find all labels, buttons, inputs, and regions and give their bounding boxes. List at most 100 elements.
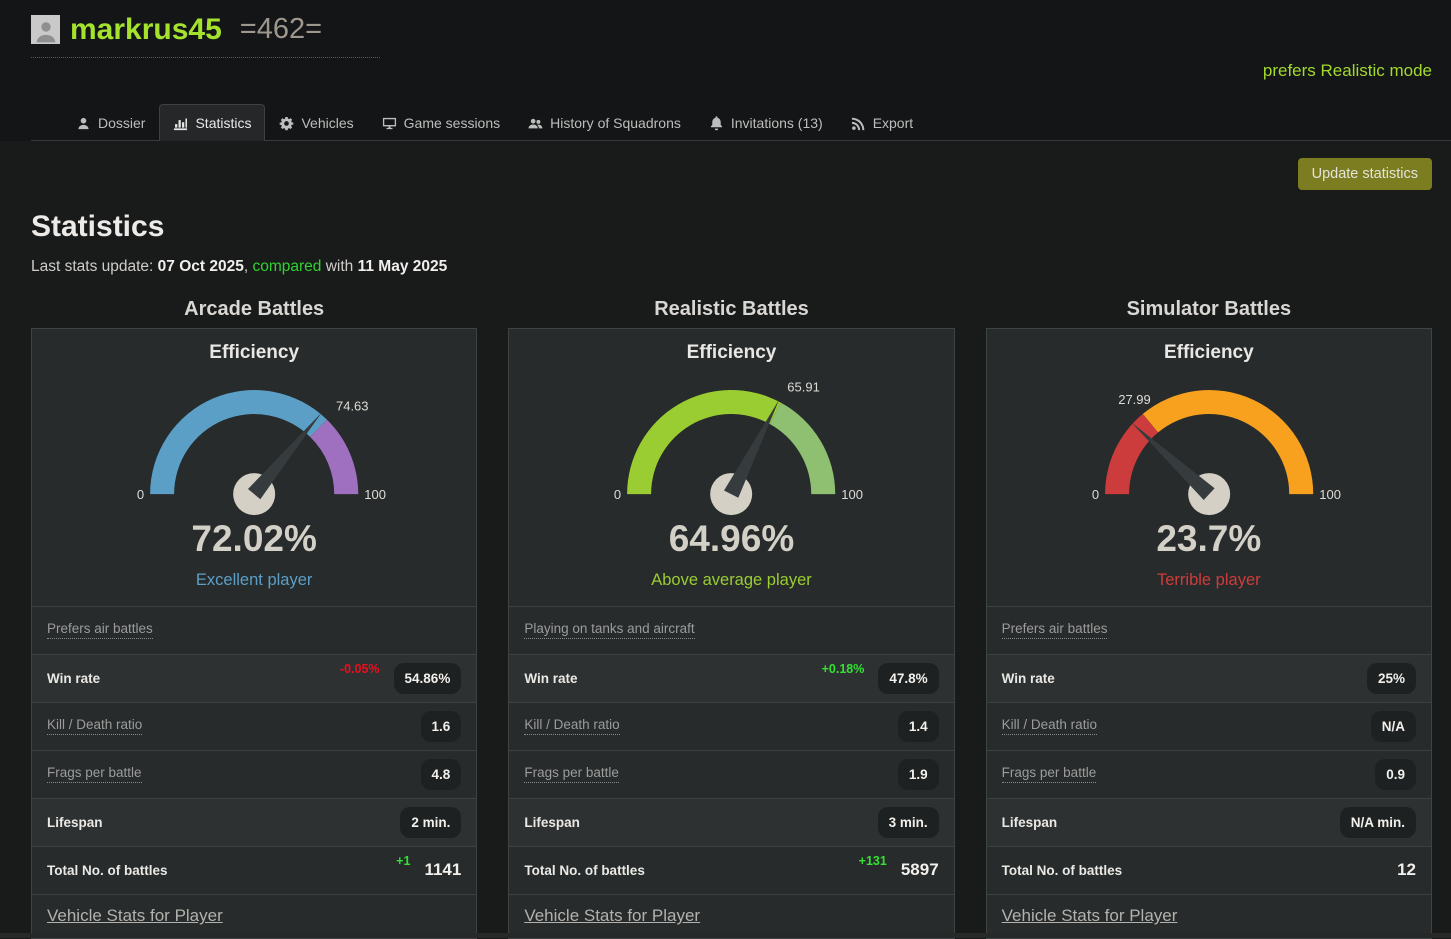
stat-row-win-rate: Win rate -0.05% 54.86% <box>32 654 476 702</box>
bell-icon <box>709 116 724 131</box>
gauge-needle <box>248 412 322 499</box>
gauge-min-label: 0 <box>137 487 144 502</box>
stat-value-badge: 4.8 <box>421 759 462 790</box>
update-statistics-button[interactable]: Update statistics <box>1298 158 1432 190</box>
clan-tag[interactable]: =462= <box>240 14 322 46</box>
stat-label-link[interactable]: Frags per battle <box>1002 765 1097 783</box>
panel-box: Efficiency 010065.91 64.96% Above averag… <box>508 328 954 939</box>
stat-label-link[interactable]: Kill / Death ratio <box>524 717 619 735</box>
avatar <box>31 15 60 44</box>
vehicle-stats-row: Vehicle Stats for Player <box>987 894 1431 938</box>
stat-label-link[interactable]: Kill / Death ratio <box>47 717 142 735</box>
preference-link[interactable]: Prefers air battles <box>1002 621 1108 639</box>
stat-value-wrap: 2 min. <box>400 807 461 838</box>
player-rating: Terrible player <box>987 571 1431 590</box>
stat-value-wrap: 4.8 <box>421 759 462 790</box>
stat-delta: +1 <box>396 854 410 868</box>
stat-value-badge: 47.8% <box>878 663 938 694</box>
stat-value-badge: 1.9 <box>898 759 939 790</box>
stat-row-frags-per-battle: Frags per battle 1.9 <box>509 750 953 798</box>
vehicle-stats-link[interactable]: Vehicle Stats for Player <box>47 906 223 926</box>
preference-row: Playing on tanks and aircraft <box>509 606 953 654</box>
stat-row-total-battles: Total No. of battles +1 1141 <box>32 846 476 894</box>
preference-link[interactable]: Prefers air battles <box>47 621 153 639</box>
stat-table: Prefers air battles Win rate 25% Kill / … <box>987 606 1431 938</box>
stat-row-kd-ratio: Kill / Death ratio 1.6 <box>32 702 476 750</box>
stat-value-wrap: N/A <box>1371 711 1416 742</box>
compared-link[interactable]: compared <box>252 258 321 275</box>
panel-title: Simulator Battles <box>986 298 1432 321</box>
gauge-max-label: 100 <box>842 487 864 502</box>
main-content: Update statistics Statistics Last stats … <box>0 158 1451 939</box>
stat-value-badge: N/A <box>1371 711 1416 742</box>
gauge-threshold-label: 74.63 <box>336 398 369 413</box>
tab-game-sessions[interactable]: Game sessions <box>368 104 514 141</box>
stat-value-badge: 54.86% <box>394 663 462 694</box>
battle-mode-panel: Arcade Battles Efficiency 010074.63 72.0… <box>31 298 477 939</box>
panel-title: Arcade Battles <box>31 298 477 321</box>
tab-dossier[interactable]: Dossier <box>62 104 159 141</box>
tab-invitations[interactable]: Invitations (13) <box>695 104 837 141</box>
stat-value-wrap: +131 5897 <box>859 860 939 880</box>
vehicle-stats-link[interactable]: Vehicle Stats for Player <box>524 906 700 926</box>
tab-label: Vehicles <box>301 115 353 131</box>
battle-mode-panel: Realistic Battles Efficiency 010065.91 6… <box>508 298 954 939</box>
panels-row: Arcade Battles Efficiency 010074.63 72.0… <box>31 298 1432 939</box>
tab-label: Invitations (13) <box>731 115 823 131</box>
vehicle-stats-row: Vehicle Stats for Player <box>509 894 953 938</box>
tab-history-of-squadrons[interactable]: History of Squadrons <box>514 104 695 141</box>
efficiency-gauge: 0 100 74.63 <box>32 370 476 518</box>
username: markrus45 <box>70 13 222 46</box>
stat-label: Lifespan <box>47 815 103 830</box>
user-icon <box>76 116 91 131</box>
bar-chart-icon <box>173 116 188 131</box>
tab-statistics[interactable]: Statistics <box>159 104 265 141</box>
gauge-arc-low <box>1105 414 1158 494</box>
gauge-title: Efficiency <box>987 329 1431 364</box>
battle-mode-panel: Simulator Battles Efficiency 0 100 27.99 2… <box>986 298 1432 939</box>
tab-label: Game sessions <box>404 115 500 131</box>
tab-label: Export <box>873 115 913 131</box>
header-dotted-divider <box>31 57 380 58</box>
stat-value-wrap: +1 1141 <box>396 860 461 880</box>
last-update-prefix: Last stats update: <box>31 258 158 275</box>
preference-row: Prefers air battles <box>32 606 476 654</box>
gauge-arc-high <box>770 403 836 494</box>
tab-label: Dossier <box>98 115 145 131</box>
gauge-threshold-label: 65.91 <box>788 379 821 394</box>
gauge-title: Efficiency <box>32 329 476 364</box>
stat-label: Total No. of battles <box>1002 863 1123 878</box>
tab-export[interactable]: Export <box>837 104 927 141</box>
efficiency-gauge: 0 100 27.99 <box>987 370 1431 518</box>
stat-row-total-battles: Total No. of battles 12 <box>987 846 1431 894</box>
monitor-icon <box>382 116 397 131</box>
stat-value-wrap: N/A min. <box>1340 807 1416 838</box>
efficiency-value: 23.7% <box>987 518 1431 561</box>
stat-label-link[interactable]: Frags per battle <box>524 765 619 783</box>
vehicle-stats-link[interactable]: Vehicle Stats for Player <box>1002 906 1178 926</box>
stat-row-win-rate: Win rate +0.18% 47.8% <box>509 654 953 702</box>
stat-value-wrap: +0.18% 47.8% <box>822 663 939 694</box>
player-rating: Excellent player <box>32 571 476 590</box>
stat-label: Total No. of battles <box>47 863 168 878</box>
gauge-max-label: 100 <box>364 487 386 502</box>
gear-icon <box>279 116 294 131</box>
stat-label-link[interactable]: Kill / Death ratio <box>1002 717 1097 735</box>
users-icon <box>528 116 543 131</box>
panel-title: Realistic Battles <box>508 298 954 321</box>
tab-vehicles[interactable]: Vehicles <box>265 104 367 141</box>
gauge-max-label: 100 <box>1319 487 1341 502</box>
stat-value: 12 <box>1397 860 1416 880</box>
gauge-title: Efficiency <box>509 329 953 364</box>
person-silhouette-icon <box>33 18 59 44</box>
gauge-min-label: 0 <box>1092 487 1099 502</box>
stat-value-badge: 25% <box>1367 663 1416 694</box>
preference-link[interactable]: Playing on tanks and aircraft <box>524 621 694 639</box>
stat-value-wrap: 1.6 <box>421 711 462 742</box>
gauge-threshold-label: 27.99 <box>1118 392 1151 407</box>
preference-row: Prefers air battles <box>987 606 1431 654</box>
stat-label-link[interactable]: Frags per battle <box>47 765 142 783</box>
stat-label: Lifespan <box>524 815 580 830</box>
tab-label: Statistics <box>195 115 251 131</box>
vehicle-stats-row: Vehicle Stats for Player <box>32 894 476 938</box>
